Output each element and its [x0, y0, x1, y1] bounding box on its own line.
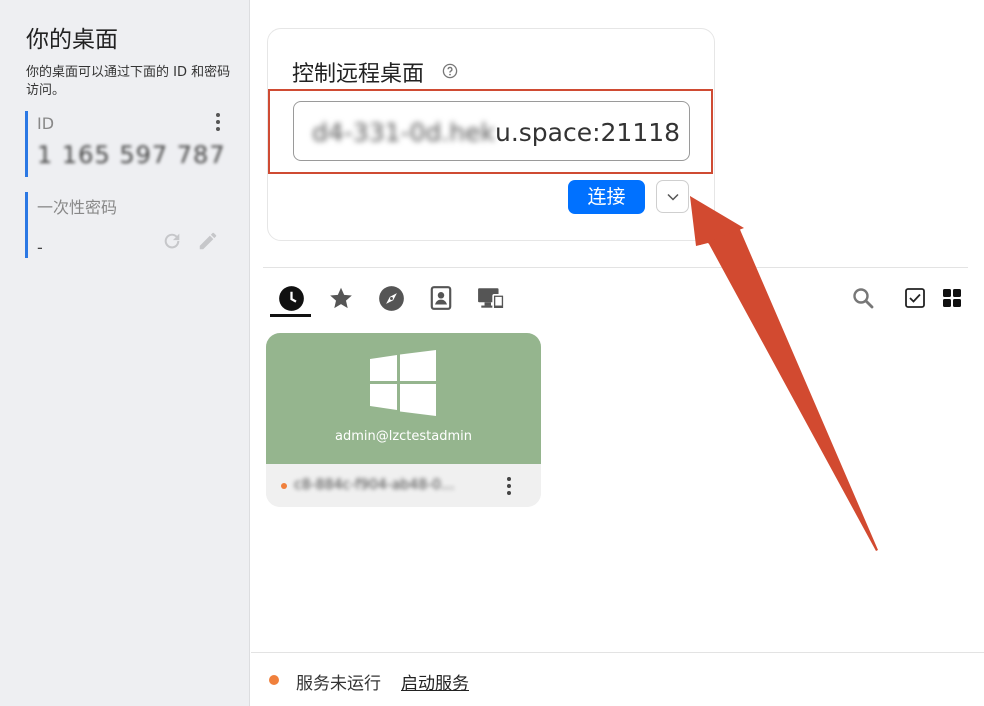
remote-control-title: 控制远程桌面 [292, 62, 425, 87]
chevron-down-icon [667, 193, 679, 201]
footer-divider [251, 652, 984, 653]
star-icon [330, 287, 352, 309]
tab-recent[interactable] [276, 283, 306, 313]
password-section: 一次性密码 - [25, 192, 235, 258]
service-status-text: 服务未运行 [296, 674, 381, 694]
peer-tile: admin@lzctestadmin [266, 333, 541, 464]
lan-devices-icon [478, 288, 505, 310]
peer-card[interactable]: admin@lzctestadmin c8-884c-f904-ab48-0..… [266, 333, 541, 507]
id-section: ID 1 165 597 787 [25, 111, 235, 177]
help-icon[interactable] [442, 63, 458, 79]
active-tab-indicator [270, 314, 311, 317]
section-divider [263, 267, 968, 268]
tab-address-book[interactable] [426, 283, 456, 313]
remote-id-input[interactable]: d4-331-0d.heku.space:21118 [293, 101, 690, 161]
start-service-link[interactable]: 启动服务 [401, 669, 469, 694]
tab-lan-devices[interactable] [476, 283, 506, 313]
id-value: 1 165 597 787 [37, 141, 226, 169]
windows-logo-icon [370, 350, 436, 416]
checkbox-icon[interactable] [904, 287, 926, 309]
refresh-icon[interactable] [161, 230, 183, 252]
service-status-dot [269, 675, 279, 685]
peer-footer: c8-884c-f904-ab48-0... [266, 464, 541, 507]
tab-discovered[interactable] [376, 283, 406, 313]
search-icon[interactable] [851, 286, 875, 310]
grid-view-icon[interactable] [941, 287, 963, 309]
tab-favorites[interactable] [326, 283, 356, 313]
edit-icon[interactable] [197, 230, 219, 252]
remote-id-visible: u.space:21118 [494, 118, 681, 147]
sidebar-description: 你的桌面可以通过下面的 ID 和密码访问。 [26, 65, 231, 98]
peer-id: c8-884c-f904-ab48-0... [294, 477, 455, 493]
peer-username: admin@lzctestadmin [334, 429, 472, 444]
remote-id-obscured: d4-331-0d.hek [312, 118, 495, 147]
compass-icon [378, 285, 404, 311]
more-vertical-icon[interactable] [213, 113, 223, 131]
recent-icon [278, 285, 304, 311]
password-label: 一次性密码 [37, 198, 118, 217]
sidebar: 你的桌面 你的桌面可以通过下面的 ID 和密码访问。 ID 1 165 597 … [0, 0, 250, 706]
peer-more-icon[interactable] [505, 477, 513, 495]
connect-options-button[interactable] [656, 180, 689, 213]
id-label: ID [37, 114, 55, 133]
address-book-icon [430, 286, 452, 310]
sidebar-title: 你的桌面 [26, 27, 118, 53]
connect-button[interactable]: 连接 [568, 180, 645, 214]
peer-status-dot [281, 483, 287, 489]
